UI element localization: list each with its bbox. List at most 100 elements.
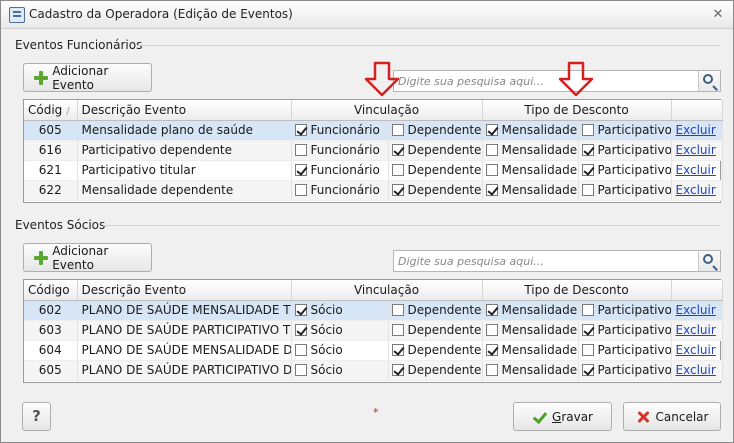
search-button[interactable] <box>698 71 720 91</box>
funcionario-label: Funcionário <box>310 183 380 197</box>
column-header-descricao[interactable]: Descrição Evento <box>77 100 292 121</box>
delete-link[interactable]: Excluir <box>676 143 716 157</box>
dependente-cell: Dependente <box>388 180 483 201</box>
dependente-checkbox[interactable] <box>391 304 404 316</box>
table-row[interactable]: 605PLANO DE SAÚDE PARTICIPATIVO DEPENDEN… <box>24 360 723 381</box>
socio-cell: Sócio <box>291 340 389 361</box>
funcionario-checkbox[interactable] <box>294 144 307 156</box>
mensalidade-checkbox[interactable] <box>485 164 498 176</box>
delete-link-cell: Excluir <box>671 180 723 201</box>
dependente-checkbox[interactable] <box>391 184 404 196</box>
delete-link[interactable]: Excluir <box>676 303 716 317</box>
mensalidade-checkbox[interactable] <box>485 124 498 136</box>
dependente-label: Dependente <box>407 303 482 317</box>
participativo-checkbox[interactable] <box>581 164 594 176</box>
event-description: PLANO DE SAÚDE MENSALIDADE TITULAR <box>77 300 292 321</box>
dependente-label: Dependente <box>407 363 482 377</box>
participativo-checkbox[interactable] <box>581 124 594 136</box>
delete-link[interactable]: Excluir <box>676 123 716 137</box>
event-description: Mensalidade dependente <box>77 180 292 201</box>
delete-link[interactable]: Excluir <box>676 163 716 177</box>
delete-link-cell: Excluir <box>671 160 723 181</box>
group-title-socios: Eventos Sócios <box>15 218 106 232</box>
dependente-checkbox[interactable] <box>391 164 404 176</box>
funcionario-label: Funcionário <box>310 123 380 137</box>
table-row[interactable]: 621 Participativo titular Funcionário Depen… <box>24 160 723 181</box>
event-description: PLANO DE SAÚDE PARTICIPATIVO TITULAR <box>77 320 292 341</box>
table-row[interactable]: 602PLANO DE SAÚDE MENSALIDADE TITULAR Sóc… <box>24 300 723 321</box>
mensalidade-cell: Mensalidade <box>482 120 579 141</box>
column-header-codigo[interactable]: Códig / <box>24 100 78 121</box>
mensalidade-checkbox[interactable] <box>485 304 498 316</box>
title-bar[interactable]: Cadastro da Operadora (Edição de Eventos… <box>1 1 733 29</box>
column-header-tipo-desconto[interactable]: Tipo de Desconto <box>482 280 672 301</box>
mensalidade-checkbox[interactable] <box>485 184 498 196</box>
mensalidade-cell: Mensalidade <box>482 140 579 161</box>
close-icon[interactable]: ✕ <box>709 6 727 24</box>
funcionario-checkbox[interactable] <box>294 124 307 136</box>
help-button[interactable]: ? <box>22 402 51 431</box>
column-header-actions <box>671 100 723 121</box>
dependente-cell: Dependente <box>388 320 483 341</box>
add-event-button-socios[interactable]: Adicionar Evento <box>23 243 152 272</box>
window-title: Cadastro da Operadora (Edição de Eventos… <box>29 7 293 21</box>
table-row[interactable]: 622 Mensalidade dependente Funcionário Depe… <box>24 180 723 201</box>
funcionario-checkbox[interactable] <box>294 184 307 196</box>
mensalidade-checkbox[interactable] <box>485 324 498 336</box>
mensalidade-checkbox[interactable] <box>485 344 498 356</box>
save-button[interactable]: Gravar <box>513 402 612 431</box>
funcionario-checkbox[interactable] <box>294 164 307 176</box>
column-header-descricao[interactable]: Descrição Evento <box>77 280 292 301</box>
cancel-button[interactable]: Cancelar <box>623 402 721 431</box>
participativo-checkbox[interactable] <box>581 184 594 196</box>
table-row[interactable]: 605 Mensalidade plano de saúde Funcionário… <box>24 120 723 141</box>
column-header-codigo[interactable]: Código <box>24 280 78 301</box>
delete-link[interactable]: Excluir <box>676 363 716 377</box>
dependente-checkbox[interactable] <box>391 144 404 156</box>
delete-link-cell: Excluir <box>671 120 723 141</box>
delete-link[interactable]: Excluir <box>676 183 716 197</box>
dependente-label: Dependente <box>407 163 482 177</box>
add-event-button-funcionarios[interactable]: Adicionar Evento <box>23 63 152 92</box>
mensalidade-label: Mensalidade <box>501 183 578 197</box>
table-row[interactable]: 616 Participativo dependente Funcionário De… <box>24 140 723 161</box>
event-description: Participativo titular <box>77 160 292 181</box>
socio-label: Sócio <box>310 303 343 317</box>
mensalidade-checkbox[interactable] <box>485 144 498 156</box>
socio-checkbox[interactable] <box>294 324 307 336</box>
search-input-funcionarios[interactable] <box>394 71 698 91</box>
event-description: PLANO DE SAÚDE MENSALIDADE DEPENDENTE <box>77 340 292 361</box>
search-input-socios[interactable] <box>394 251 698 271</box>
participativo-checkbox[interactable] <box>581 324 594 336</box>
delete-link-cell: Excluir <box>671 300 723 321</box>
delete-link[interactable]: Excluir <box>676 343 716 357</box>
column-header-vinculacao[interactable]: Vinculação <box>291 280 483 301</box>
column-header-tipo-desconto[interactable]: Tipo de Desconto <box>482 100 672 121</box>
delete-link[interactable]: Excluir <box>676 323 716 337</box>
dependente-checkbox[interactable] <box>391 344 404 356</box>
add-event-label: Adicionar Evento <box>52 63 109 92</box>
column-header-vinculacao[interactable]: Vinculação <box>291 100 483 121</box>
table-row[interactable]: 604PLANO DE SAÚDE MENSALIDADE DEPENDENTE… <box>24 340 723 361</box>
dependente-checkbox[interactable] <box>391 364 404 376</box>
search-button[interactable] <box>698 251 720 271</box>
participativo-label: Participativo <box>597 343 672 357</box>
dependente-cell: Dependente <box>388 120 483 141</box>
mensalidade-cell: Mensalidade <box>482 320 579 341</box>
mensalidade-label: Mensalidade <box>501 323 578 337</box>
table-row[interactable]: 603PLANO DE SAÚDE PARTICIPATIVO TITULAR S… <box>24 320 723 341</box>
socio-checkbox[interactable] <box>294 304 307 316</box>
socio-checkbox[interactable] <box>294 364 307 376</box>
participativo-checkbox[interactable] <box>581 364 594 376</box>
dependente-checkbox[interactable] <box>391 124 404 136</box>
participativo-checkbox[interactable] <box>581 304 594 316</box>
grid-socios: Código Descrição Evento Vinculação Tipo … <box>23 279 723 383</box>
red-arrow-tipo-desconto <box>558 61 594 97</box>
participativo-checkbox[interactable] <box>581 344 594 356</box>
participativo-label: Participativo <box>597 143 672 157</box>
socio-checkbox[interactable] <box>294 344 307 356</box>
dependente-checkbox[interactable] <box>391 324 404 336</box>
participativo-checkbox[interactable] <box>581 144 594 156</box>
mensalidade-checkbox[interactable] <box>485 364 498 376</box>
funcionario-cell: Funcionário <box>291 120 389 141</box>
